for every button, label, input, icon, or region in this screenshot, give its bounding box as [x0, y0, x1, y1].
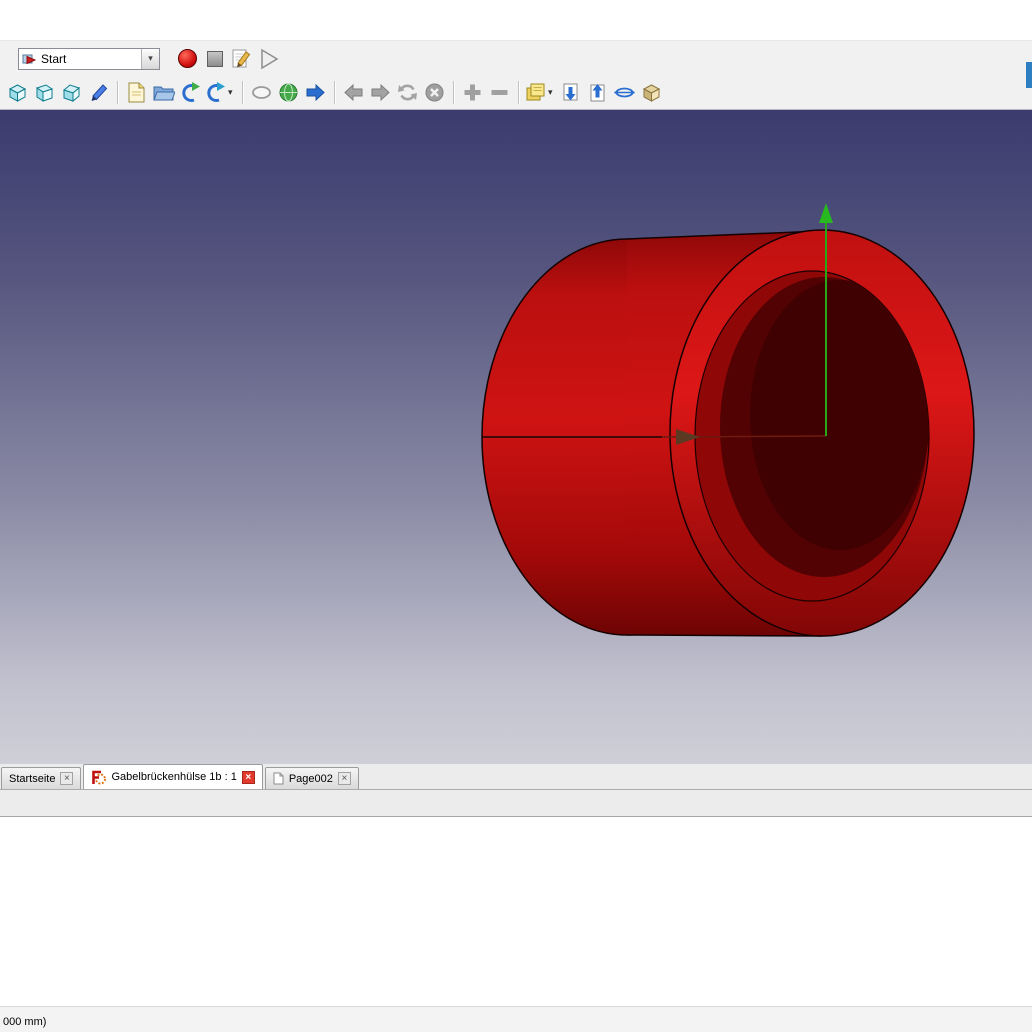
- page-arrow-up-icon: [586, 81, 609, 104]
- nav-back-button[interactable]: [340, 79, 367, 107]
- go-button[interactable]: [302, 79, 329, 107]
- export-arrow-icon: [179, 81, 202, 104]
- pages-stack-icon: [524, 81, 547, 104]
- rotate-ellipse-icon: [613, 81, 636, 104]
- docked-panel-edge: [1026, 62, 1032, 88]
- macro-stop-button[interactable]: [201, 45, 228, 73]
- workbench-selector-value: Start: [36, 52, 141, 66]
- start-workbench-icon: [22, 52, 36, 66]
- drawing-pages-menu-button[interactable]: ▾: [524, 79, 557, 107]
- new-page-icon: [125, 81, 148, 104]
- stop-load-button[interactable]: [421, 79, 448, 107]
- view-trimetric-button[interactable]: [58, 79, 85, 107]
- share-arrow-icon: [204, 81, 227, 104]
- workbench-selector-dropdown-button[interactable]: ▾: [141, 49, 159, 69]
- play-triangle-icon: [257, 47, 281, 71]
- macro-edit-button[interactable]: [228, 45, 255, 73]
- macro-toolbar: Start ▾: [0, 40, 1032, 76]
- window-top-area: [0, 0, 1032, 40]
- nav-forward-button[interactable]: [367, 79, 394, 107]
- tab-close-button[interactable]: ×: [242, 771, 255, 784]
- status-bar: 000 mm): [0, 1006, 1032, 1032]
- macro-record-button[interactable]: [174, 45, 201, 73]
- tab-gabelbrueckenhuelse[interactable]: Gabelbrückenhülse 1b : 1 ×: [83, 764, 262, 789]
- zoom-out-button[interactable]: [486, 79, 513, 107]
- toolbar-separator: [334, 81, 335, 104]
- zoom-in-button[interactable]: [459, 79, 486, 107]
- minus-icon: [488, 81, 511, 104]
- tab-startseite[interactable]: Startseite ×: [1, 767, 81, 789]
- close-icon: ×: [245, 772, 251, 783]
- pen-icon: [87, 81, 110, 104]
- browser-ellipse-button[interactable]: [248, 79, 275, 107]
- new-sheet-button[interactable]: [123, 79, 150, 107]
- view-dimetric-button[interactable]: [31, 79, 58, 107]
- freecad-document-icon: [91, 770, 106, 785]
- chevron-down-icon: ▾: [148, 53, 153, 64]
- page-arrow-down-icon: [559, 81, 582, 104]
- workbench-selector[interactable]: Start ▾: [18, 48, 160, 70]
- lower-panel-header: [0, 790, 1032, 817]
- chevron-down-icon: ▾: [548, 87, 557, 98]
- dimetric-cube-icon: [33, 81, 56, 104]
- refresh-icon: [396, 81, 419, 104]
- edit-pen-button[interactable]: [85, 79, 112, 107]
- insert-view-button[interactable]: [557, 79, 584, 107]
- close-icon: ×: [341, 773, 347, 784]
- forward-arrow-icon: [369, 81, 392, 104]
- 3d-scene: [0, 110, 1032, 764]
- view-isometric-button[interactable]: [4, 79, 31, 107]
- document-tabbar: Startseite × Gabelbrückenhülse 1b : 1 × …: [0, 764, 1032, 790]
- toolbar-separator: [242, 81, 243, 104]
- tab-label: Startseite: [9, 773, 55, 785]
- plus-icon: [461, 81, 484, 104]
- status-message: 000 mm): [3, 1016, 46, 1028]
- trimetric-cube-icon: [60, 81, 83, 104]
- back-arrow-icon: [342, 81, 365, 104]
- toolbar-separator: [453, 81, 454, 104]
- chevron-down-icon: ▾: [228, 87, 237, 98]
- report-view[interactable]: [0, 817, 1032, 1006]
- tab-page002[interactable]: Page002 ×: [265, 767, 359, 789]
- projection-button[interactable]: [611, 79, 638, 107]
- tab-close-button[interactable]: ×: [60, 772, 73, 785]
- export-link-button[interactable]: [177, 79, 204, 107]
- shape-box-button[interactable]: [638, 79, 665, 107]
- stop-circle-icon: [423, 81, 446, 104]
- export-page-button[interactable]: [584, 79, 611, 107]
- box-icon: [640, 81, 663, 104]
- record-circle-icon: [178, 49, 197, 68]
- toolbar-separator: [117, 81, 118, 104]
- open-folder-icon: [152, 81, 175, 104]
- refresh-button[interactable]: [394, 79, 421, 107]
- globe-icon: [277, 81, 300, 104]
- tab-label: Gabelbrückenhülse 1b : 1: [111, 771, 236, 783]
- share-menu-button[interactable]: ▾: [204, 79, 237, 107]
- tab-label: Page002: [289, 773, 333, 785]
- part-cylinder[interactable]: [482, 230, 974, 636]
- iso-cube-icon: [6, 81, 29, 104]
- edit-page-icon: [230, 47, 254, 71]
- toolbar-separator: [518, 81, 519, 104]
- stop-square-icon: [207, 51, 223, 67]
- open-website-button[interactable]: [275, 79, 302, 107]
- macro-play-button[interactable]: [255, 45, 282, 73]
- page-icon: [273, 772, 284, 785]
- close-icon: ×: [64, 773, 70, 784]
- blue-arrow-right-icon: [304, 81, 327, 104]
- tab-close-button[interactable]: ×: [338, 772, 351, 785]
- open-folder-button[interactable]: [150, 79, 177, 107]
- ellipse-icon: [250, 81, 273, 104]
- main-toolbar: ▾: [0, 76, 1032, 110]
- 3d-viewport[interactable]: [0, 110, 1032, 764]
